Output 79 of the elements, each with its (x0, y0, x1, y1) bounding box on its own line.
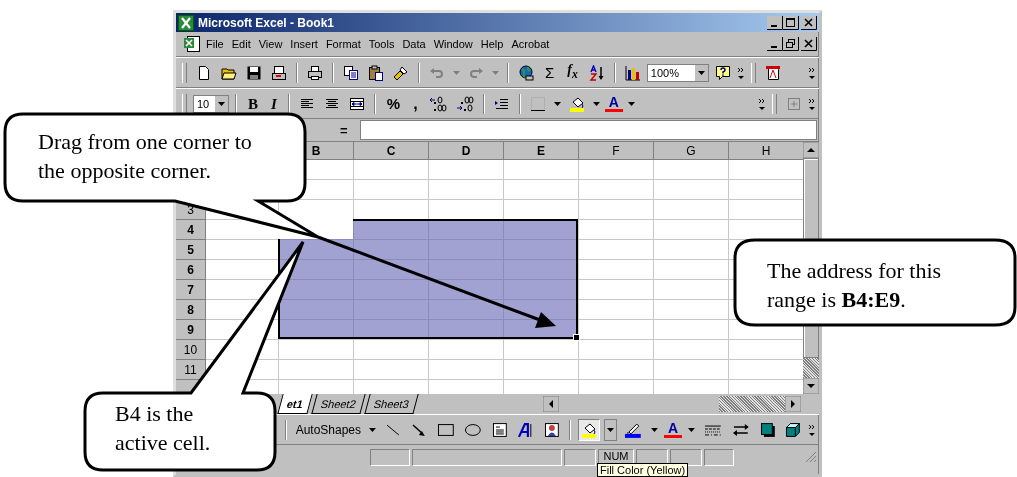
status-panel (704, 448, 734, 466)
row-header[interactable]: 4 (187, 222, 194, 237)
italic-button[interactable]: I (266, 93, 282, 114)
horizontal-scrollbar[interactable] (543, 394, 801, 414)
row-header[interactable]: 7 (187, 282, 194, 297)
resize-grip-icon[interactable] (805, 451, 817, 463)
bold-button[interactable]: B (243, 93, 263, 114)
status-panel (370, 448, 410, 466)
column-header[interactable]: C (386, 143, 396, 158)
more-icon[interactable] (758, 96, 766, 111)
more-icon[interactable] (808, 65, 816, 80)
caret-icon[interactable] (688, 427, 696, 432)
column-header[interactable]: B (311, 143, 321, 158)
menu-item[interactable]: Insert (286, 38, 322, 50)
formula-equals-button[interactable]: = (332, 122, 356, 138)
caret-icon[interactable] (592, 101, 600, 106)
row-header[interactable]: 9 (187, 322, 194, 337)
more-icon[interactable] (808, 422, 816, 437)
row-header[interactable]: 11 (184, 362, 197, 377)
column-header[interactable]: E (537, 143, 545, 158)
menu-item[interactable]: File (202, 38, 228, 50)
menu-item[interactable]: View (254, 38, 287, 50)
caret-icon[interactable] (627, 101, 635, 106)
callout-text: The address for this range is B4:E9. (767, 257, 943, 314)
menu-item[interactable]: Tools (364, 38, 399, 50)
caret-icon[interactable] (553, 101, 561, 106)
caret-icon[interactable] (651, 427, 658, 432)
caret-icon[interactable] (607, 427, 615, 432)
maximize-icon[interactable] (783, 15, 799, 30)
caret-icon[interactable] (218, 101, 225, 106)
column-header[interactable]: G (686, 143, 696, 158)
close-icon[interactable] (801, 15, 817, 30)
caret-icon[interactable] (697, 70, 705, 75)
spreadsheet-icon (178, 14, 194, 31)
callout-text: Drag from one corner to the opposite corner. (38, 128, 253, 185)
menu-item[interactable]: Window (429, 38, 477, 50)
column-header[interactable]: H (761, 143, 771, 158)
caret-icon[interactable] (369, 427, 376, 432)
scroll-down-icon[interactable] (803, 378, 819, 394)
font-size-dropdown[interactable]: 10 (193, 94, 229, 113)
restore-icon[interactable] (783, 37, 799, 51)
more-icon[interactable] (736, 65, 745, 80)
close-icon[interactable] (801, 37, 817, 51)
scroll-up-icon[interactable] (803, 142, 819, 158)
formula-input[interactable] (359, 120, 817, 140)
comma-style-button[interactable]: , (408, 93, 423, 114)
row-header[interactable]: 5 (187, 242, 194, 257)
row-header[interactable]: 10 (183, 342, 198, 357)
menu-item[interactable]: Format (321, 38, 365, 50)
minimize-icon[interactable] (767, 37, 783, 51)
fill-handle[interactable] (573, 334, 580, 341)
workbook-icon[interactable] (182, 35, 202, 53)
sheet-tab[interactable]: Sheet3 (364, 394, 419, 414)
zoom-dropdown[interactable]: 100% (646, 63, 709, 82)
font-color-button[interactable]: A (664, 421, 683, 438)
more-icon[interactable] (808, 96, 816, 111)
minimize-icon[interactable] (767, 15, 783, 30)
sheet-tab[interactable]: Sheet2 (311, 394, 366, 414)
status-panel (564, 448, 596, 466)
tooltip: Fill Color (Yellow) (597, 463, 689, 477)
column-header[interactable]: D (461, 143, 471, 158)
insert-function-button[interactable]: f$_{x}$ (562, 60, 583, 85)
autosum-button[interactable]: Σ (540, 62, 560, 83)
menu-item[interactable]: Acrobat (507, 38, 554, 50)
callout-text: B4 is the active cell. (115, 400, 212, 457)
font-color-button[interactable]: A (604, 95, 623, 112)
menu-item[interactable]: Help (476, 38, 508, 50)
autoshapes-menu[interactable]: AutoShapes (293, 422, 364, 437)
row-header[interactable]: 6 (187, 262, 194, 277)
scroll-right-icon[interactable] (785, 396, 801, 412)
fill-color-button[interactable] (578, 418, 601, 441)
row-header[interactable]: 8 (187, 302, 194, 317)
scroll-left-icon[interactable] (543, 396, 559, 412)
column-header[interactable]: F (612, 143, 620, 158)
percent-style-button[interactable]: % (381, 93, 406, 114)
menu-item[interactable]: Edit (227, 38, 255, 50)
sheet-tab[interactable]: et1 (277, 394, 313, 414)
menu-item[interactable]: Data (398, 38, 430, 50)
window-title: Microsoft Excel - Book1 (198, 15, 335, 30)
